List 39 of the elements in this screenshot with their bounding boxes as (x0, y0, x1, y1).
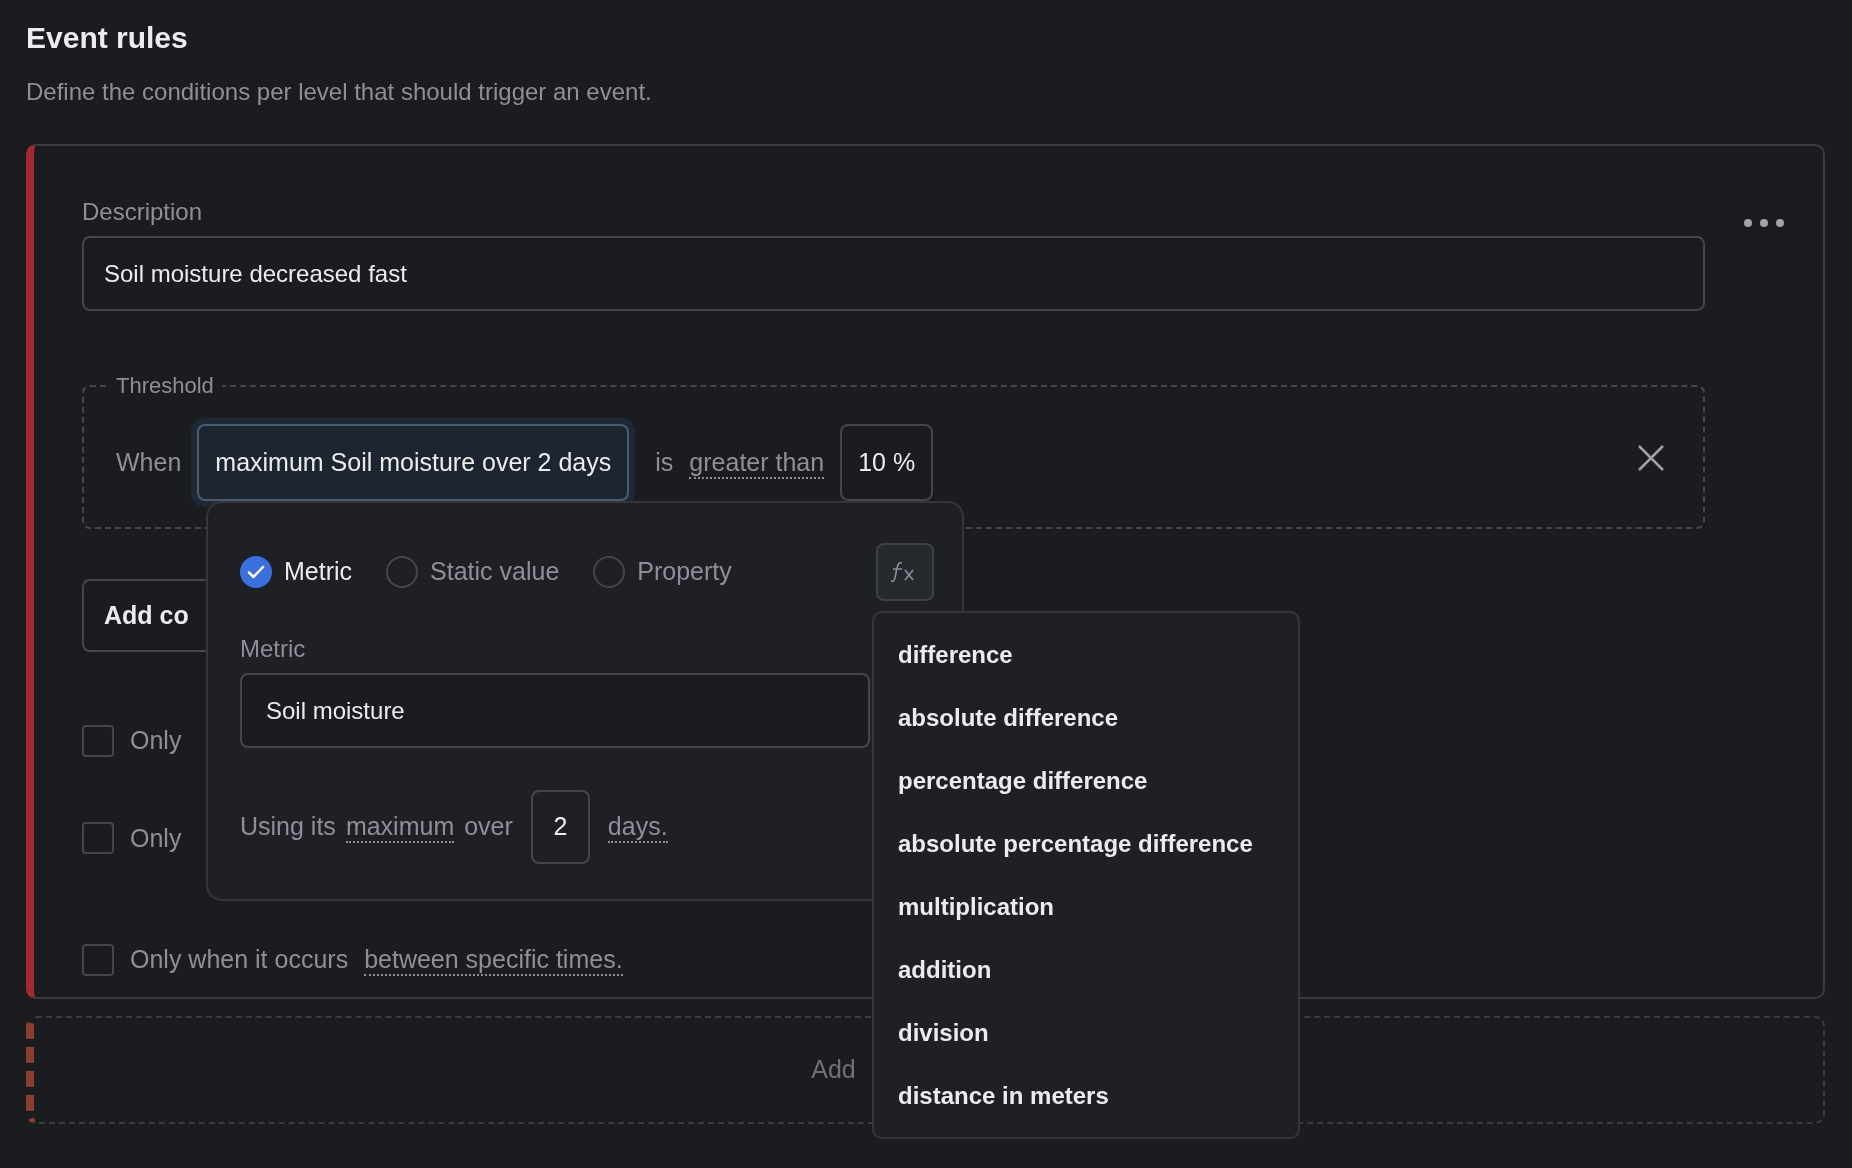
section-title: Event rules (26, 20, 189, 56)
when-label: When (116, 446, 182, 478)
menu-item[interactable]: multiplication (874, 875, 1298, 938)
aggregation-link[interactable]: maximum (345, 811, 455, 843)
checkbox[interactable] (82, 943, 114, 976)
menu-item[interactable]: division (874, 1001, 1298, 1064)
radio-label: Property (637, 556, 732, 588)
comparator-prefix: is (655, 446, 674, 478)
close-icon[interactable] (1637, 443, 1665, 472)
checkbox[interactable] (82, 724, 114, 757)
field-label: Metric (240, 634, 306, 664)
menu-item[interactable]: percentage difference (874, 749, 1298, 812)
option-link[interactable]: between specific times. (364, 943, 623, 976)
description-field[interactable]: Soil moisture decreased fast (82, 236, 1705, 311)
radio-label: Static value (430, 556, 560, 588)
threshold-legend: Threshold (108, 369, 222, 402)
unit-link[interactable]: days. (607, 811, 668, 843)
field-label: Description (82, 197, 204, 227)
using-label: Using its (240, 811, 336, 843)
metric-field[interactable]: Soil moisture (240, 673, 870, 748)
section-subtitle: Define the conditions per level that should trigger an event. (26, 77, 653, 107)
option-label: Only (130, 725, 182, 756)
checkbox[interactable] (82, 822, 114, 855)
radio-button[interactable] (593, 556, 626, 588)
comparator-link[interactable]: greater than (689, 446, 825, 479)
option-label: Only (130, 822, 182, 854)
menu-item[interactable]: distance in meters (874, 1064, 1298, 1127)
menu-item[interactable]: absolute difference (874, 686, 1298, 749)
radio-button[interactable] (386, 556, 419, 588)
formula-button[interactable] (875, 543, 934, 601)
period-field[interactable]: 2 (530, 790, 590, 864)
menu-item[interactable]: absolute percentage difference (874, 812, 1298, 875)
radio-checked[interactable] (240, 556, 272, 588)
menu-item[interactable]: addition (874, 938, 1298, 1001)
radio-label: Metric (284, 556, 353, 588)
option-label: Only when it occurs (130, 944, 349, 975)
more-icon[interactable] (1743, 218, 1785, 228)
over-label: over (464, 811, 513, 843)
menu-item[interactable]: difference (874, 623, 1298, 686)
